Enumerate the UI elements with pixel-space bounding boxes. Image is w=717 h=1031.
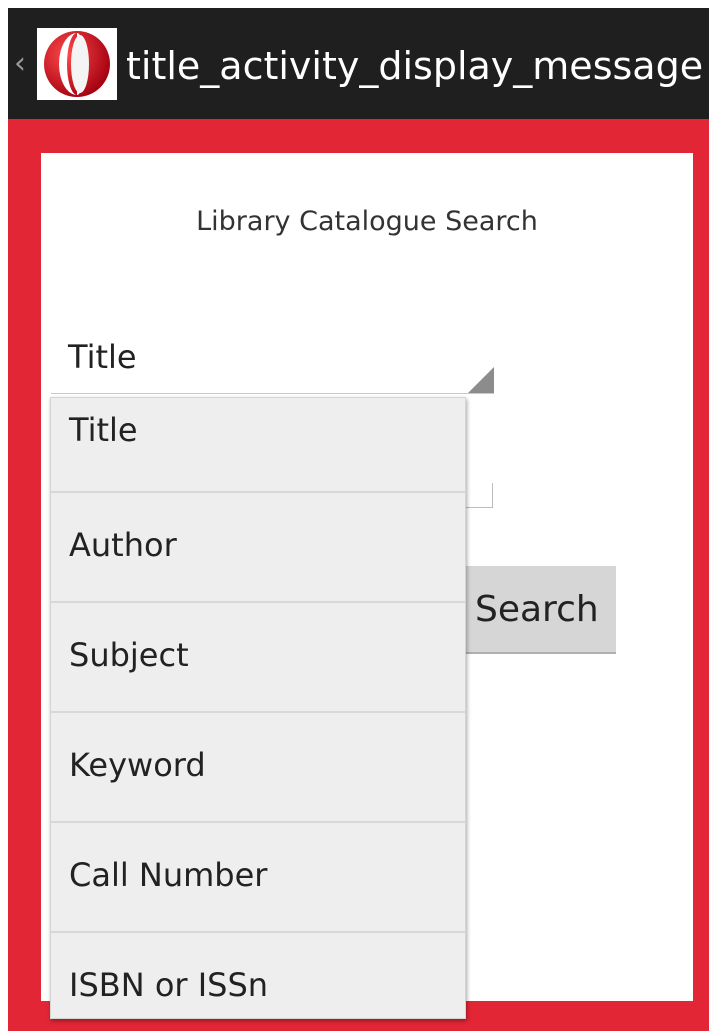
option-label: Call Number [69, 856, 268, 894]
option-label: Subject [69, 636, 189, 674]
spinner-selected-value: Title [68, 338, 137, 376]
dropdown-option-isbn-issn[interactable]: ISBN or ISSn [51, 933, 465, 1018]
screen: ‹ title_activity_display_message Library… [8, 8, 709, 1031]
dropdown-triangle-icon [468, 367, 494, 393]
option-label: Title [69, 411, 138, 449]
page-title: title_activity_display_message [126, 44, 704, 88]
search-button[interactable]: Search [459, 566, 616, 654]
search-field-spinner[interactable]: Title [51, 333, 494, 394]
spinner-dropdown-menu: Title Author Subject Keyword Call Number… [50, 397, 466, 1019]
action-bar: ‹ title_activity_display_message [8, 8, 709, 119]
dropdown-option-call-number[interactable]: Call Number [51, 823, 465, 933]
option-label: ISBN or ISSn [69, 966, 269, 1004]
form-heading: Library Catalogue Search [196, 206, 538, 237]
up-caret-icon[interactable]: ‹ [14, 46, 26, 82]
dropdown-option-author[interactable]: Author [51, 493, 465, 603]
crescent-logo-icon [44, 31, 110, 97]
app-logo-icon[interactable] [37, 28, 117, 100]
option-label: Keyword [69, 746, 206, 784]
option-label: Author [69, 526, 177, 564]
dropdown-option-subject[interactable]: Subject [51, 603, 465, 713]
dropdown-option-keyword[interactable]: Keyword [51, 713, 465, 823]
dropdown-option-title[interactable]: Title [51, 398, 465, 493]
